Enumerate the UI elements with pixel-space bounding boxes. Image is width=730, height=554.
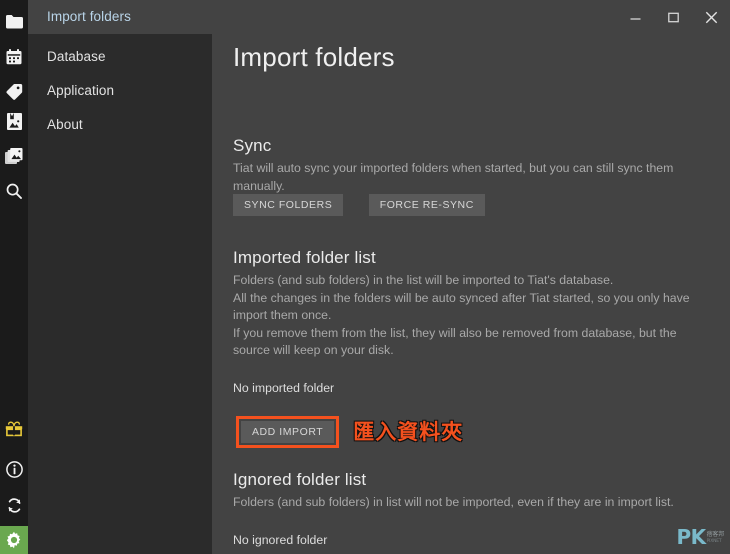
watermark-subtext: 痞客邦 PIXNET [706, 531, 725, 545]
pixnet-watermark: PK 痞客邦 PIXNET [676, 525, 725, 549]
ignored-empty-text: No ignored folder [233, 533, 328, 547]
sync-section-title: Sync [233, 136, 272, 155]
imported-list-description: Folders (and sub folders) in the list wi… [233, 273, 690, 357]
icon-rail [0, 0, 28, 554]
watermark-logo: PK [676, 525, 706, 549]
sidebar-item-about[interactable]: About [28, 108, 212, 142]
sync-section: Sync Tiat will auto sync your imported f… [233, 136, 711, 195]
minimize-button[interactable] [616, 0, 654, 34]
sidebar-item-import-folders[interactable]: Import folders [28, 0, 212, 34]
folder-icon[interactable] [0, 8, 28, 36]
info-icon[interactable] [0, 455, 28, 483]
sidebar-item-label: Application [47, 83, 115, 98]
sync-folders-button[interactable]: SYNC FOLDERS [233, 194, 344, 216]
main-content-area: Import folders Sync Tiat will auto sync … [212, 0, 730, 554]
sync-icon[interactable] [0, 491, 28, 519]
sidebar-item-label: Database [47, 49, 106, 64]
annotation-text: 匯入資料夾 [353, 419, 464, 444]
ignored-list-title: Ignored folder list [233, 470, 367, 489]
force-resync-button[interactable]: FORCE RE-SYNC [368, 194, 485, 216]
ignored-list-description: Folders (and sub folders) in list will n… [233, 495, 674, 509]
tag-icon[interactable] [0, 78, 28, 106]
close-button[interactable] [692, 0, 730, 34]
sidebar-item-label: About [47, 117, 83, 132]
sidebar-item-database[interactable]: Database [28, 40, 212, 74]
ignored-folder-list-section: Ignored folder list Folders (and sub fol… [233, 470, 674, 512]
watermark-line2: PIXNET [706, 539, 722, 544]
imported-list-title: Imported folder list [233, 248, 376, 267]
watermark-line1: 痞客邦 [706, 531, 725, 538]
imported-folder-list-section: Imported folder list Folders (and sub fo… [233, 248, 711, 360]
add-import-row: ADD IMPORT 匯入資料夾 [236, 416, 463, 448]
add-import-button[interactable]: ADD IMPORT [241, 421, 335, 443]
settings-gear-icon[interactable] [0, 526, 28, 554]
gallery-icon[interactable] [0, 142, 28, 170]
add-import-highlight-box: ADD IMPORT [236, 416, 340, 448]
settings-content: Import folders Sync Tiat will auto sync … [233, 0, 730, 554]
gift-icon[interactable] [0, 415, 28, 443]
application-window: Import folders Database Application Abou… [0, 0, 730, 554]
sync-buttons-row: SYNC FOLDERS FORCE RE-SYNC [233, 194, 485, 216]
book-icon[interactable] [0, 107, 28, 135]
imported-empty-text: No imported folder [233, 381, 335, 395]
sidebar-item-application[interactable]: Application [28, 74, 212, 108]
maximize-button[interactable] [654, 0, 692, 34]
search-icon[interactable] [0, 177, 28, 205]
settings-nav-panel: Import folders Database Application Abou… [28, 0, 212, 554]
sidebar-item-label: Import folders [47, 9, 131, 24]
calendar-icon[interactable] [0, 43, 28, 71]
sync-section-description: Tiat will auto sync your imported folder… [233, 161, 674, 193]
window-controls [616, 0, 730, 34]
